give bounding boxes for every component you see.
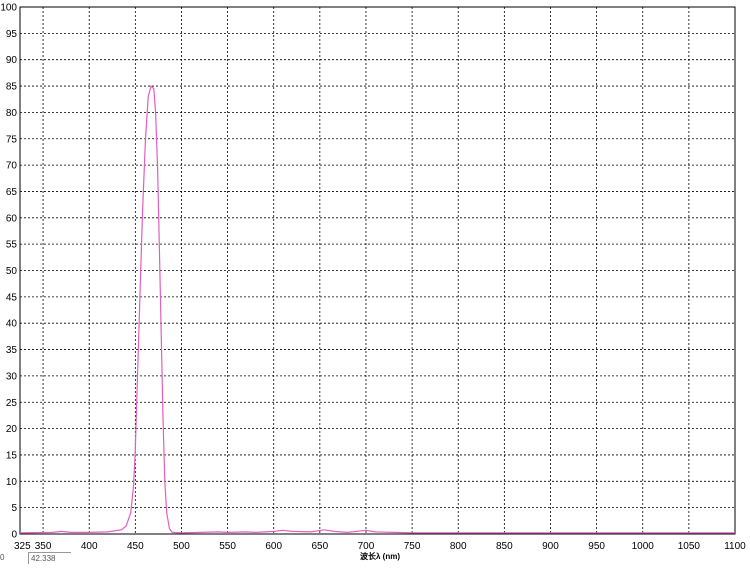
- x-tick-label: 750: [404, 541, 421, 552]
- y-tick-label: 15: [6, 450, 18, 461]
- x-tick-label: 1050: [678, 541, 701, 552]
- series-line: [19, 84, 735, 534]
- y-tick-label: 45: [6, 292, 18, 303]
- x-tick-label: 900: [542, 541, 559, 552]
- x-tick-label: 850: [496, 541, 513, 552]
- y-tick-label: 35: [6, 345, 18, 356]
- x-axis-label: 波长λ (nm): [360, 552, 400, 561]
- x-tick-label: 400: [81, 541, 98, 552]
- x-tick-label: 325: [14, 541, 31, 552]
- y-tick-label: 80: [6, 108, 18, 119]
- spectrum-chart: 0 5 10 15 20 25 30 35 40 45 50 55 60 65 70 75 80 85 90 95 10…: [0, 0, 750, 564]
- y-tick-label: 65: [6, 187, 18, 198]
- y-tick-label: 60: [6, 213, 18, 224]
- x-tick-label: 550: [219, 541, 236, 552]
- cursor-x-readout: 0: [0, 553, 5, 562]
- y-tick-label: 20: [6, 424, 18, 435]
- y-tick-label: 40: [6, 319, 18, 330]
- y-tick-label: 30: [6, 371, 18, 382]
- x-tick-label: 600: [265, 541, 282, 552]
- chart-svg: 0 5 10 15 20 25 30 35 40 45 50 55 60 65 70 75 80 85 90 95 10…: [0, 3, 746, 553]
- y-tick-label: 100: [0, 3, 17, 14]
- x-tick-label: 500: [173, 541, 190, 552]
- x-tick-label: 350: [35, 541, 52, 552]
- x-tick-label: 650: [311, 541, 328, 552]
- y-tick-label: 90: [6, 55, 18, 66]
- x-tick-label: 1000: [632, 541, 655, 552]
- y-tick-label: 50: [6, 266, 18, 277]
- x-tick-label: 450: [127, 541, 144, 552]
- cursor-y-readout: 42.338: [28, 552, 71, 564]
- x-tick-label: 800: [450, 541, 467, 552]
- y-tick-label: 70: [6, 161, 18, 172]
- y-tick-label: 95: [6, 29, 18, 40]
- y-tick-label: 0: [11, 530, 17, 541]
- y-tick-label: 75: [6, 134, 18, 145]
- y-tick-label: 55: [6, 240, 18, 251]
- y-tick-label: 5: [11, 503, 17, 514]
- y-tick-label: 25: [6, 398, 18, 409]
- y-tick-label: 85: [6, 82, 18, 93]
- x-tick-label: 950: [588, 541, 605, 552]
- y-tick-label: 10: [6, 477, 18, 488]
- x-tick-label: 1100: [724, 541, 746, 552]
